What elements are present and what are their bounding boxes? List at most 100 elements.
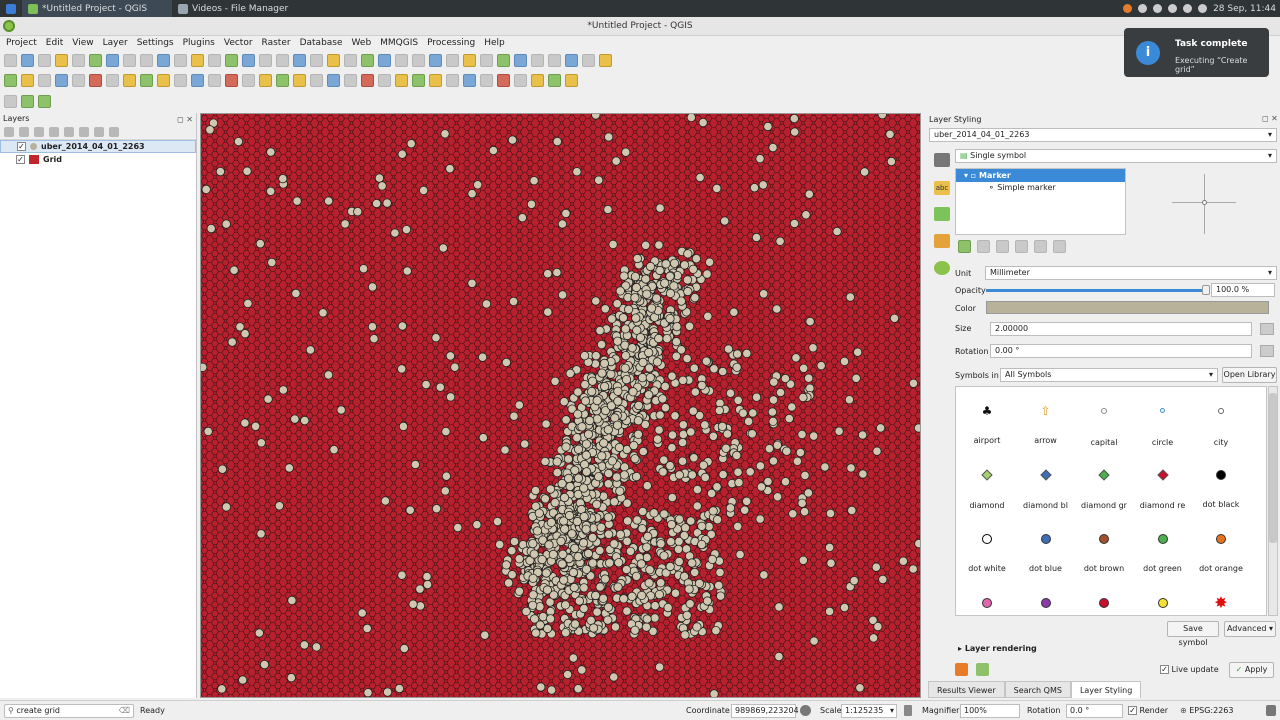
paste-icon[interactable] — [378, 74, 391, 87]
cut-icon[interactable] — [344, 74, 357, 87]
select-icon[interactable] — [429, 54, 442, 67]
identify-icon[interactable] — [157, 54, 170, 67]
menu-project[interactable]: Project — [6, 38, 37, 48]
delete-icon[interactable] — [565, 74, 578, 87]
new-project-icon[interactable] — [514, 54, 527, 67]
symbol-item[interactable]: ⇧ arrow — [1017, 405, 1075, 445]
move-down-icon[interactable] — [1053, 240, 1066, 253]
digitize-icon[interactable] — [276, 74, 289, 87]
browser-icon[interactable] — [1123, 4, 1133, 13]
menu-edit[interactable]: Edit — [46, 38, 63, 48]
extents-icon[interactable] — [800, 705, 811, 716]
open-icon[interactable] — [531, 54, 544, 67]
tab-results-viewer[interactable]: Results Viewer — [928, 681, 1005, 698]
menu-vector[interactable]: Vector — [224, 38, 253, 48]
menu-database[interactable]: Database — [300, 38, 343, 48]
menu-settings[interactable]: Settings — [137, 38, 174, 48]
menu-processing[interactable]: Processing — [427, 38, 475, 48]
zoom-icon[interactable] — [378, 54, 391, 67]
symbol-item[interactable]: diamond — [958, 469, 1016, 510]
advanced-button[interactable]: Advanced ▾ — [1224, 621, 1276, 637]
processing-icon[interactable] — [38, 95, 51, 108]
open-library-button[interactable]: Open Library — [1222, 367, 1277, 383]
undo-icon[interactable] — [955, 663, 968, 676]
symbol-item[interactable]: city — [1192, 406, 1250, 447]
layer-item[interactable]: ✓ uber_2014_04_01_2263 — [0, 140, 196, 153]
tree-simple-marker-node[interactable]: ⚬ Simple marker — [956, 182, 1125, 194]
pan-icon[interactable] — [361, 54, 374, 67]
lock-icon[interactable] — [996, 240, 1009, 253]
add-raster-icon[interactable] — [21, 74, 34, 87]
open-icon[interactable] — [21, 54, 34, 67]
taskbar-app-file-manager[interactable]: Videos - File Manager — [172, 0, 294, 17]
cut-icon[interactable] — [106, 74, 119, 87]
tree-marker-node[interactable]: ▾ ▫ Marker — [956, 169, 1125, 182]
save-as-icon[interactable] — [55, 54, 68, 67]
label-icon[interactable] — [429, 74, 442, 87]
identify-icon[interactable] — [412, 54, 425, 67]
python-icon[interactable] — [4, 95, 17, 108]
redo-icon[interactable] — [174, 74, 187, 87]
menu-plugins[interactable]: Plugins — [183, 38, 215, 48]
copy-icon[interactable] — [361, 74, 374, 87]
menu-raster[interactable]: Raster — [262, 38, 291, 48]
delete-icon[interactable] — [327, 74, 340, 87]
magnifier-field[interactable]: 100% — [960, 704, 1020, 718]
map-svg[interactable] — [201, 114, 921, 698]
move-up-icon[interactable] — [1034, 240, 1047, 253]
collapse-icon[interactable] — [94, 127, 104, 137]
taskbar-start-icon[interactable] — [0, 0, 22, 17]
filter-legend-icon[interactable] — [64, 127, 74, 137]
rotation-field[interactable]: 0.0 ° — [1066, 704, 1123, 718]
close-icon[interactable]: ◻ ✕ — [177, 114, 193, 126]
style-icon[interactable] — [4, 127, 14, 137]
renderer-select[interactable]: ▤ Single symbol ▾ — [955, 149, 1277, 163]
redo-icon[interactable] — [412, 74, 425, 87]
print-icon[interactable] — [72, 54, 85, 67]
layer-visibility-checkbox[interactable]: ✓ — [17, 142, 26, 151]
volume-icon[interactable] — [1198, 4, 1208, 13]
layout-icon[interactable] — [344, 54, 357, 67]
layer-item[interactable]: ✓ Grid — [0, 153, 196, 166]
filter-icon[interactable] — [497, 54, 510, 67]
edit-icon[interactable] — [531, 74, 544, 87]
menu-web[interactable]: Web — [352, 38, 372, 48]
menu-layer[interactable]: Layer — [103, 38, 128, 48]
remove-layer-icon[interactable] — [977, 240, 990, 253]
pin-icon[interactable] — [208, 74, 221, 87]
filter-icon[interactable] — [242, 54, 255, 67]
labels-icon[interactable]: abc — [934, 181, 950, 195]
data-defined-icon[interactable] — [1260, 323, 1274, 335]
taskbar-app-qgis[interactable]: *Untitled Project - QGIS — [22, 0, 172, 17]
filter-icon[interactable] — [49, 127, 59, 137]
redo-icon[interactable] — [976, 663, 989, 676]
scrollbar[interactable] — [1268, 386, 1278, 616]
node-icon[interactable] — [548, 74, 561, 87]
symbol-item[interactable] — [1134, 598, 1192, 615]
zoom-out-icon[interactable] — [395, 54, 408, 67]
node-icon[interactable] — [72, 74, 85, 87]
add-layer-icon[interactable] — [958, 240, 971, 253]
menu-mmqgis[interactable]: MMQGIS — [380, 38, 418, 48]
add-vector-icon[interactable] — [242, 74, 255, 87]
symbol-item[interactable]: dot green — [1134, 534, 1192, 573]
opacity-field[interactable]: 100.0 % — [1211, 283, 1275, 297]
pan-icon[interactable] — [106, 54, 119, 67]
crs-button[interactable]: ⊕ EPSG:2263 — [1180, 706, 1233, 715]
measure-icon[interactable] — [446, 54, 459, 67]
unit-select[interactable]: Millimeter ▾ — [985, 266, 1277, 280]
save-as-icon[interactable] — [565, 54, 578, 67]
symbol-item[interactable] — [1075, 598, 1133, 615]
undo-icon[interactable] — [157, 74, 170, 87]
close-icon[interactable]: ◻ ✕ — [1262, 114, 1278, 123]
add-vector-icon[interactable] — [480, 74, 493, 87]
opacity-handle[interactable] — [1202, 285, 1210, 295]
save-icon[interactable] — [293, 54, 306, 67]
symbol-item[interactable]: diamond gr — [1075, 469, 1133, 510]
highlight-icon[interactable] — [463, 74, 476, 87]
delete-icon[interactable] — [89, 74, 102, 87]
digitize-icon[interactable] — [514, 74, 527, 87]
open-icon[interactable] — [276, 54, 289, 67]
lock-icon[interactable] — [904, 705, 912, 716]
sum-icon[interactable] — [480, 54, 493, 67]
